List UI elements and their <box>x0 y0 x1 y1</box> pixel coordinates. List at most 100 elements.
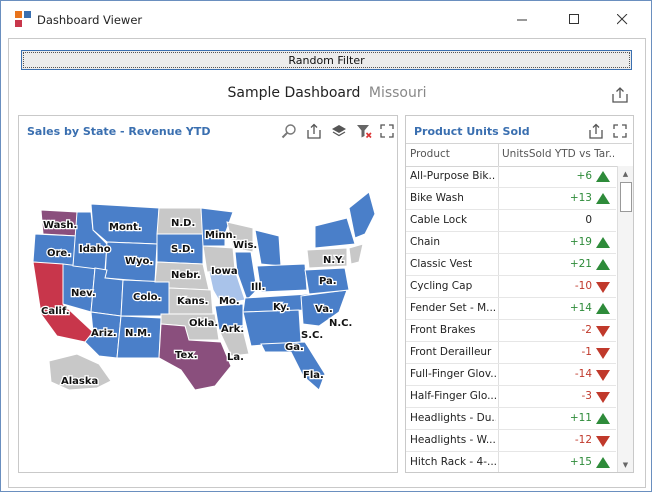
arrow-up-icon <box>596 193 610 204</box>
product-cell: Hitch Rack - 4-... <box>410 456 496 468</box>
state-label: La. <box>227 352 244 363</box>
delta-cell: +11 <box>569 412 592 424</box>
close-button[interactable] <box>607 7 637 31</box>
state-nj[interactable] <box>348 243 364 265</box>
app-window: Dashboard Viewer Random Filter Sample Da… <box>0 0 652 492</box>
state-label: Wyo. <box>125 256 153 267</box>
state-label: Alaska <box>61 376 98 387</box>
clear-filter-icon[interactable] <box>356 123 372 139</box>
state-label: Iowa <box>211 266 238 277</box>
dashboard-title: Sample Dashboard <box>227 85 361 101</box>
dashboard-subtitle: Missouri <box>368 85 427 101</box>
minimize-icon <box>516 19 527 20</box>
state-new-york[interactable] <box>314 217 356 249</box>
export-icon[interactable] <box>306 123 322 139</box>
delta-cell: +21 <box>569 258 592 270</box>
product-cell: Headlights - W... <box>410 434 496 446</box>
arrow-down-icon <box>596 282 610 293</box>
table-row[interactable]: Hitch Rack - 4-... +15 <box>406 452 616 472</box>
export-icon[interactable] <box>611 86 629 104</box>
state-label: N.M. <box>125 328 151 339</box>
arrow-up-icon <box>596 171 610 182</box>
state-label: S.D. <box>171 244 194 255</box>
table-row[interactable]: Classic Vest +21 <box>406 254 616 276</box>
delta-cell: -14 <box>574 368 592 380</box>
table-row[interactable]: Chain +19 <box>406 232 616 254</box>
delta-cell: -2 <box>581 324 592 336</box>
minimize-button[interactable] <box>507 7 537 31</box>
arrow-down-icon <box>596 326 610 337</box>
state-label: Nev. <box>71 288 96 299</box>
table-row[interactable]: Cycling Cap -10 <box>406 276 616 298</box>
grid-panel-title: Product Units Sold <box>414 125 530 138</box>
state-deep-south[interactable] <box>242 309 302 347</box>
arrow-up-icon <box>596 259 610 270</box>
column-header-product[interactable]: Product <box>410 148 496 160</box>
arrow-down-icon <box>596 348 610 359</box>
product-cell: Fender Set - M... <box>410 302 496 314</box>
grid-panel: Product Units Sold Product UnitsSold YTD… <box>405 115 634 473</box>
column-header-units[interactable]: UnitsSold YTD vs Tar... <box>502 148 614 160</box>
close-icon <box>616 13 627 24</box>
table-row[interactable]: Headlights - W... -12 <box>406 430 616 452</box>
layers-icon[interactable] <box>331 123 347 139</box>
state-new-england[interactable] <box>348 191 376 239</box>
maximize-panel-icon[interactable] <box>379 123 395 139</box>
arrow-up-icon <box>596 457 610 468</box>
state-label: Mo. <box>219 296 240 307</box>
state-label: Calif. <box>41 306 70 317</box>
product-cell: Chain <box>410 236 440 248</box>
table-row[interactable]: Headlights - Du... +11 <box>406 408 616 430</box>
delta-cell: -1 <box>581 346 592 358</box>
table-row[interactable]: All-Purpose Bik... +6 <box>406 166 616 188</box>
state-label: Mont. <box>109 222 142 233</box>
delta-cell: +19 <box>569 236 592 248</box>
product-cell: Bike Wash <box>410 192 464 204</box>
table-row[interactable]: Full-Finger Glov... -14 <box>406 364 616 386</box>
map-panel-title: Sales by State - Revenue YTD <box>27 125 211 138</box>
state-label: Ore. <box>47 248 71 259</box>
export-icon[interactable] <box>588 123 604 139</box>
product-cell: Cycling Cap <box>410 280 473 292</box>
state-label: Nebr. <box>171 270 201 281</box>
scroll-up-icon[interactable]: ▲ <box>618 166 633 181</box>
state-label: Fla. <box>303 370 324 381</box>
state-label: N.Y. <box>323 255 345 266</box>
table-row[interactable]: Front Derailleur -1 <box>406 342 616 364</box>
maximize-icon <box>568 13 579 24</box>
table-row[interactable]: Cable Lock 0 <box>406 210 616 232</box>
maximize-panel-icon[interactable] <box>612 123 628 139</box>
table-row[interactable]: Fender Set - M... +14 <box>406 298 616 320</box>
state-label: Wash. <box>43 220 77 231</box>
us-map[interactable]: Wash. Mont. N.D. Minn. Ore. Idaho Wyo. S… <box>29 186 379 406</box>
arrow-down-icon <box>596 392 610 403</box>
vertical-scrollbar[interactable]: ▲ ▼ <box>617 166 633 472</box>
product-cell: Classic Vest <box>410 258 473 270</box>
state-label: N.D. <box>171 218 195 229</box>
state-label: Ill. <box>251 282 265 293</box>
state-label: Minn. <box>205 230 236 241</box>
scroll-down-icon[interactable]: ▼ <box>618 457 633 472</box>
product-cell: Half-Finger Glo... <box>410 390 496 402</box>
zoom-icon[interactable] <box>281 123 297 139</box>
app-icon <box>15 11 31 27</box>
state-label: Kans. <box>177 296 208 307</box>
random-filter-button[interactable]: Random Filter <box>21 50 632 70</box>
map-panel: Sales by State - Revenue YTD Wash. Mont.… <box>18 115 398 473</box>
table-row[interactable]: Bike Wash +13 <box>406 188 616 210</box>
state-label: Idaho <box>79 244 111 255</box>
grid-header: Product UnitsSold YTD vs Tar... <box>406 143 632 167</box>
table-row[interactable]: Half-Finger Glo... -3 <box>406 386 616 408</box>
delta-cell: +13 <box>569 192 592 204</box>
maximize-button[interactable] <box>559 7 589 31</box>
title-bar[interactable]: Dashboard Viewer <box>1 1 651 35</box>
state-label: N.C. <box>329 318 352 329</box>
scroll-thumb[interactable] <box>620 182 632 212</box>
table-row[interactable]: Front Brakes -2 <box>406 320 616 342</box>
state-label: Pa. <box>319 276 337 287</box>
arrow-up-icon <box>596 413 610 424</box>
delta-cell: +6 <box>576 170 592 182</box>
state-label: Ga. <box>285 342 304 353</box>
delta-cell: -10 <box>574 280 592 292</box>
state-michigan[interactable] <box>254 229 282 267</box>
